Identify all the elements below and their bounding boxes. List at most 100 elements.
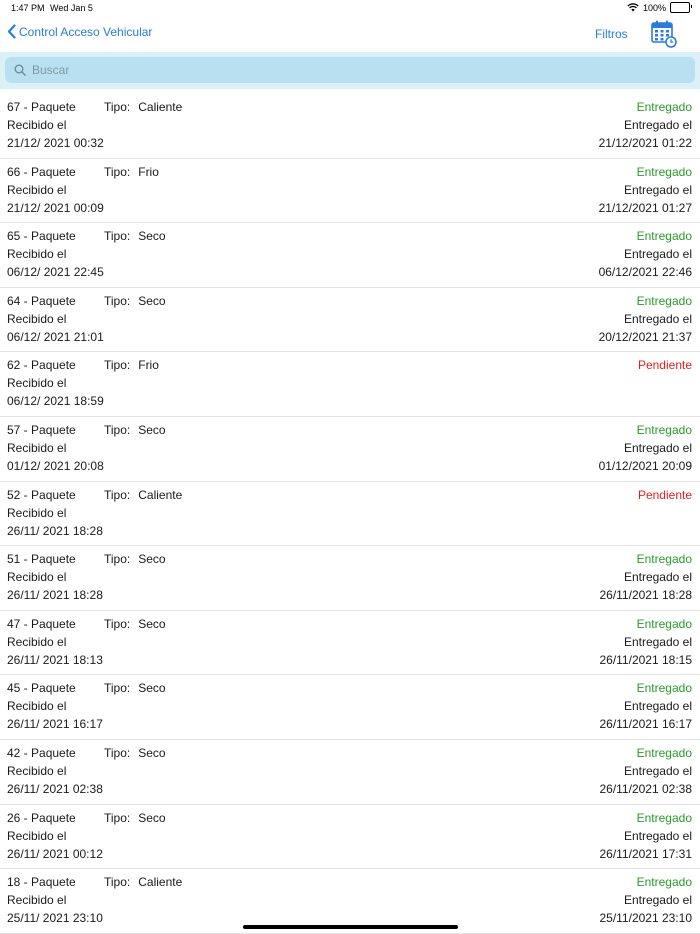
package-id: 57 - Paquete (7, 422, 76, 437)
received-label: Recibido el (7, 570, 67, 585)
type-value: Frio (138, 164, 159, 179)
status-badge: Entregado (636, 552, 692, 567)
search-bar (0, 52, 700, 89)
status-badge: Entregado (636, 875, 692, 890)
package-id: 42 - Paquete (7, 745, 76, 760)
list-item[interactable]: 42 - Paquete Tipo: Seco Recibido el 26/11/ 2… (0, 740, 700, 805)
delivered-label: Entregado el (623, 247, 692, 262)
package-id: 65 - Paquete (7, 229, 76, 244)
type-value: Seco (138, 229, 166, 244)
list-item[interactable]: 65 - Paquete Tipo: Seco Recibido el 06/12/ 2… (0, 223, 700, 288)
package-id: 62 - Paquete (7, 358, 76, 373)
package-id: 52 - Paquete (7, 487, 76, 502)
back-button[interactable]: Control Acceso Vehicular (7, 24, 152, 39)
delivered-label: Entregado el (623, 893, 692, 908)
delivered-date: 20/12/2021 21:37 (598, 329, 692, 344)
received-label: Recibido el (7, 440, 67, 455)
received-label: Recibido el (7, 828, 67, 843)
package-type: Tipo: Caliente (104, 488, 182, 502)
type-label: Tipo: (104, 164, 131, 179)
list-item[interactable]: 66 - Paquete Tipo: Frio Recibido el 21/12/ 2… (0, 159, 700, 224)
type-label: Tipo: (104, 681, 131, 696)
type-value: Frio (138, 358, 159, 373)
type-label: Tipo: (104, 875, 131, 890)
status-right: 100% (627, 2, 692, 13)
package-type: Tipo: Seco (104, 681, 166, 695)
received-label: Recibido el (7, 247, 67, 262)
calendar-icon[interactable] (651, 20, 677, 48)
type-value: Seco (138, 810, 166, 825)
received-date: 06/12/ 2021 22:45 (7, 265, 104, 280)
status-badge: Entregado (636, 745, 692, 760)
battery-icon (670, 2, 692, 13)
package-type: Tipo: Seco (104, 423, 166, 437)
package-type: Tipo: Seco (104, 811, 166, 825)
list-item[interactable]: 26 - Paquete Tipo: Seco Recibido el 26/11/ 2… (0, 805, 700, 870)
wifi-icon (627, 3, 639, 12)
list-item[interactable]: 64 - Paquete Tipo: Seco Recibido el 06/12/ 2… (0, 288, 700, 353)
type-value: Seco (138, 681, 166, 696)
delivered-label: Entregado el (623, 763, 692, 778)
type-label: Tipo: (104, 552, 131, 567)
delivered-date: 26/11/2021 18:28 (599, 588, 692, 603)
type-value: Caliente (138, 875, 183, 890)
package-type: Tipo: Frio (104, 358, 159, 372)
status-badge: Pendiente (637, 487, 692, 502)
delivered-date: 26/11/2021 02:38 (599, 781, 692, 796)
package-type: Tipo: Caliente (104, 875, 182, 889)
received-date: 26/11/ 2021 02:38 (7, 781, 103, 796)
received-date: 25/11/ 2021 23:10 (7, 911, 103, 926)
type-label: Tipo: (104, 616, 131, 631)
received-date: 26/11/ 2021 16:17 (7, 717, 103, 732)
package-type: Tipo: Seco (104, 617, 166, 631)
package-type: Tipo: Seco (104, 552, 166, 566)
type-value: Seco (138, 422, 166, 437)
delivered-label: Entregado el (623, 634, 692, 649)
package-id: 18 - Paquete (7, 875, 76, 890)
status-time: 1:47 PM (11, 3, 45, 13)
type-value: Seco (138, 745, 166, 760)
delivered-date: 06/12/2021 22:46 (598, 265, 692, 280)
status-badge: Entregado (636, 100, 692, 114)
received-label: Recibido el (7, 763, 67, 778)
status-badge: Pendiente (637, 358, 692, 373)
list-item[interactable]: 51 - Paquete Tipo: Seco Recibido el 26/11/ 2… (0, 546, 700, 611)
package-type: Tipo: Seco (104, 294, 166, 308)
battery-percent: 100% (642, 2, 666, 13)
type-label: Tipo: (104, 745, 131, 760)
list-item[interactable]: 45 - Paquete Tipo: Seco Recibido el 26/11/ 2… (0, 675, 700, 740)
type-value: Seco (138, 293, 166, 308)
received-date: 26/11/ 2021 18:28 (7, 523, 103, 538)
package-type: Tipo: Seco (104, 746, 166, 760)
received-label: Recibido el (7, 699, 67, 714)
delivered-date: 01/12/2021 20:09 (598, 458, 692, 473)
delivered-date: 21/12/2021 01:22 (598, 136, 692, 150)
list-item[interactable]: 62 - Paquete Tipo: Frio Recibido el 06/12/ 2… (0, 352, 700, 417)
package-id: 66 - Paquete (7, 164, 76, 179)
delivered-date: 26/11/2021 18:15 (599, 652, 692, 667)
search-field[interactable] (5, 57, 695, 83)
delivered-date: 25/11/2021 23:10 (599, 911, 692, 926)
status-date: Wed Jan 5 (50, 3, 93, 13)
package-list: 67 - Paquete Tipo: Caliente Recibido el 21/1… (0, 94, 700, 934)
status-badge: Entregado (636, 164, 692, 179)
delivered-date: 21/12/2021 01:27 (598, 200, 692, 215)
type-label: Tipo: (104, 229, 131, 244)
status-badge: Entregado (636, 616, 692, 631)
status-badge: Entregado (636, 229, 692, 244)
delivered-label: Entregado el (623, 440, 692, 455)
list-item[interactable]: 57 - Paquete Tipo: Seco Recibido el 01/12/ 2… (0, 417, 700, 482)
navigation-bar: Control Acceso Vehicular Filtros (0, 16, 700, 52)
type-value: Caliente (138, 100, 183, 114)
type-value: Caliente (138, 487, 183, 502)
filter-button[interactable]: Filtros (595, 27, 628, 41)
type-label: Tipo: (104, 422, 131, 437)
list-item[interactable]: 47 - Paquete Tipo: Seco Recibido el 26/11/ 2… (0, 611, 700, 676)
list-item[interactable]: 52 - Paquete Tipo: Caliente Recibido el 26/1… (0, 482, 700, 547)
search-input[interactable] (30, 62, 674, 78)
list-item[interactable]: 67 - Paquete Tipo: Caliente Recibido el 21/1… (0, 94, 700, 159)
package-id: 47 - Paquete (7, 616, 76, 631)
home-indicator (243, 925, 458, 929)
type-label: Tipo: (104, 293, 131, 308)
delivered-label: Entregado el (623, 118, 692, 132)
